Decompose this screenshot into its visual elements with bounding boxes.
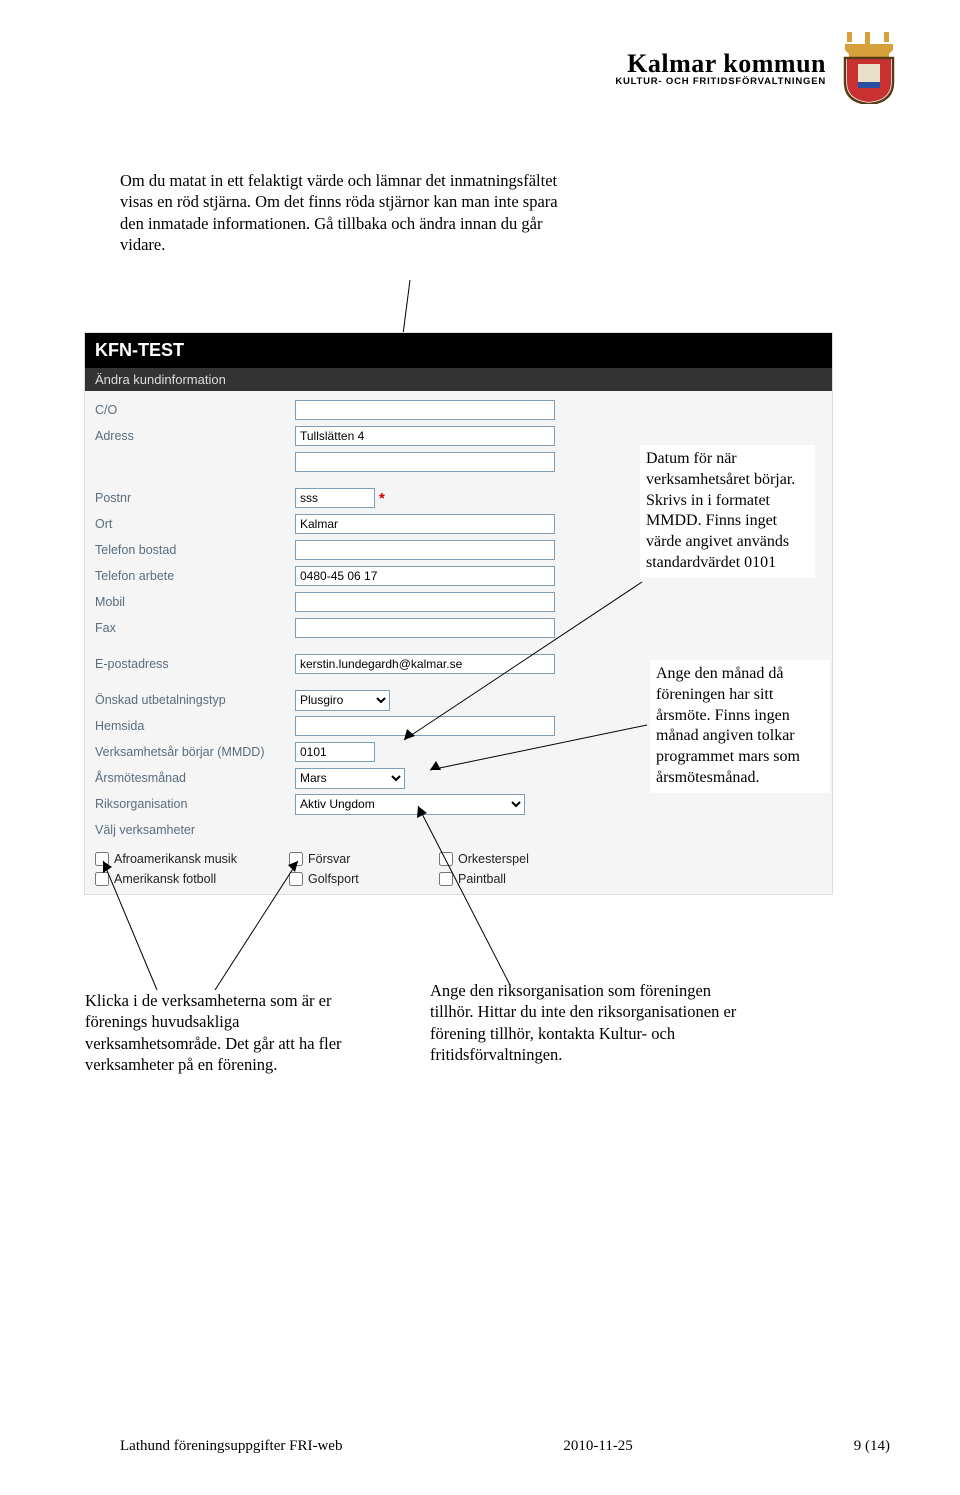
label-verksar: Verksamhetsår börjar (MMDD) [95,745,295,759]
annotation-text: Om du matat in ett felaktigt värde och l… [120,170,570,256]
page-footer: Lathund föreningsuppgifter FRI-web 2010-… [120,1438,890,1455]
label-telarbete: Telefon arbete [95,569,295,583]
label-adress: Adress [95,429,295,443]
label-riksorg: Riksorganisation [95,797,295,811]
label-co: C/O [95,403,295,417]
annotation-arrow-icon [422,720,652,785]
input-verksar[interactable] [295,742,375,762]
label-fax: Fax [95,621,295,635]
annotation-text: Klicka i de verksamheterna som är er för… [85,990,375,1076]
input-ort[interactable] [295,514,555,534]
label-mobil: Mobil [95,595,295,609]
label-ort: Ort [95,517,295,531]
input-adress[interactable] [295,426,555,446]
label-epost: E-postadress [95,657,295,671]
annotation-arrow-icon [210,855,340,1000]
footer-title: Lathund föreningsuppgifter FRI-web [120,1438,342,1455]
callout-arsmote: Ange den månad då föreningen har sitt år… [650,660,830,793]
input-telbostad[interactable] [295,540,555,560]
select-arsmote[interactable]: Mars [295,768,405,789]
label-valjverk: Välj verksamheter [95,823,295,837]
label-arsmote: Årsmötesmånad [95,771,295,785]
label-hemsida: Hemsida [95,719,295,733]
label-telbostad: Telefon bostad [95,543,295,557]
validation-error-icon: * [379,490,385,507]
label-utbet: Önskad utbetalningstyp [95,693,295,707]
input-postnr[interactable] [295,488,375,508]
annotation-text: Ange den riksorganisation som föreningen… [430,980,740,1066]
input-adress2[interactable] [295,452,555,472]
header-logo: Kalmar kommun KULTUR- OCH FRITIDSFÖRVALT… [615,32,900,104]
app-titlebar: KFN-TEST [85,333,832,368]
municipality-crest-icon [838,32,900,104]
footer-page: 9 (14) [854,1438,890,1455]
select-utbet[interactable]: Plusgiro [295,690,390,711]
input-co[interactable] [295,400,555,420]
annotation-arrow-icon [97,855,177,1000]
label-postnr: Postnr [95,491,295,505]
logo-text: Kalmar kommun [615,49,826,79]
logo-subtext: KULTUR- OCH FRITIDSFÖRVALTNINGEN [615,76,826,87]
callout-datum: Datum för när verksamhetsåret börjar. Sk… [640,445,815,578]
app-subtitle: Ändra kundinformation [85,368,832,391]
footer-date: 2010-11-25 [563,1438,632,1455]
annotation-arrow-icon [410,800,560,995]
